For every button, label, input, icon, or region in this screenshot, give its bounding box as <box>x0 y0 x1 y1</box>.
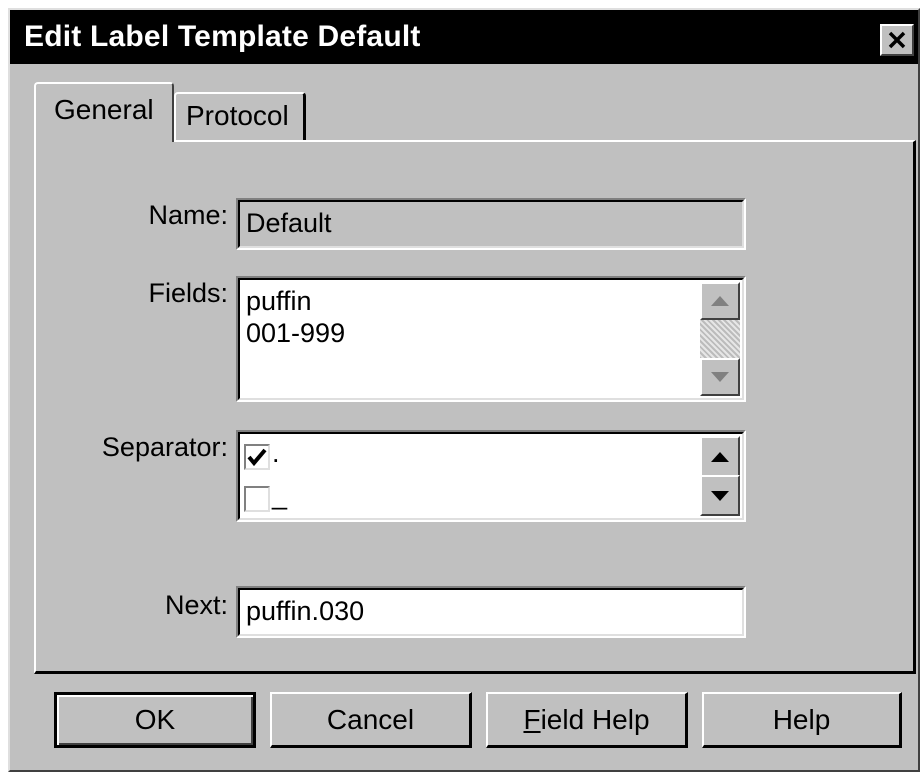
arrow-up-icon <box>711 296 729 306</box>
separator-underscore-checkbox[interactable] <box>244 486 270 512</box>
next-value: puffin.030 <box>246 596 365 626</box>
separator-scroll-down-button[interactable] <box>700 475 740 516</box>
field-help-button[interactable]: Field Help <box>486 692 688 748</box>
ok-button-label: OK <box>134 704 176 735</box>
close-button[interactable] <box>880 24 914 56</box>
window-title: Edit Label Template Default <box>24 20 421 53</box>
fields-list[interactable]: puffin 001-999 <box>236 276 746 402</box>
fields-scroll-up-button[interactable] <box>700 282 740 320</box>
separator-dot-checkbox[interactable] <box>244 444 270 470</box>
title-bar: Edit Label Template Default <box>10 10 918 64</box>
separator-label: Separator: <box>101 432 228 462</box>
name-field: Default <box>236 198 746 250</box>
help-button-label: Help <box>772 703 831 735</box>
separator-dot-symbol: . <box>272 438 280 468</box>
next-input[interactable]: puffin.030 <box>236 586 746 638</box>
fields-label: Fields: <box>148 278 228 308</box>
tab-general[interactable]: General <box>34 82 174 142</box>
check-icon <box>247 448 267 467</box>
name-label: Name: <box>148 200 228 230</box>
field-help-button-label: Field Help <box>523 703 650 735</box>
next-label: Next: <box>164 590 228 620</box>
separator-scroll-up-button[interactable] <box>700 436 740 477</box>
separator-scrollbar[interactable] <box>700 436 740 516</box>
tab-protocol[interactable]: Protocol <box>174 92 306 140</box>
close-icon <box>888 31 906 49</box>
fields-scrollbar[interactable] <box>700 282 740 396</box>
ok-button[interactable]: OK <box>54 692 256 748</box>
fields-item[interactable]: puffin <box>246 286 312 317</box>
separator-underscore-symbol: _ <box>272 480 288 510</box>
separator-list[interactable]: . _ <box>236 430 746 522</box>
cancel-button-label: Cancel <box>326 703 415 735</box>
arrow-up-icon <box>711 451 729 462</box>
cancel-button[interactable]: Cancel <box>270 692 472 748</box>
tab-general-label: General <box>54 94 154 125</box>
arrow-down-icon <box>711 372 729 382</box>
help-button[interactable]: Help <box>702 692 902 748</box>
fields-item[interactable]: 001-999 <box>246 318 345 349</box>
fields-scroll-down-button[interactable] <box>700 358 740 396</box>
name-value: Default <box>246 208 332 238</box>
arrow-down-icon <box>711 490 729 501</box>
tab-protocol-label: Protocol <box>186 100 289 131</box>
